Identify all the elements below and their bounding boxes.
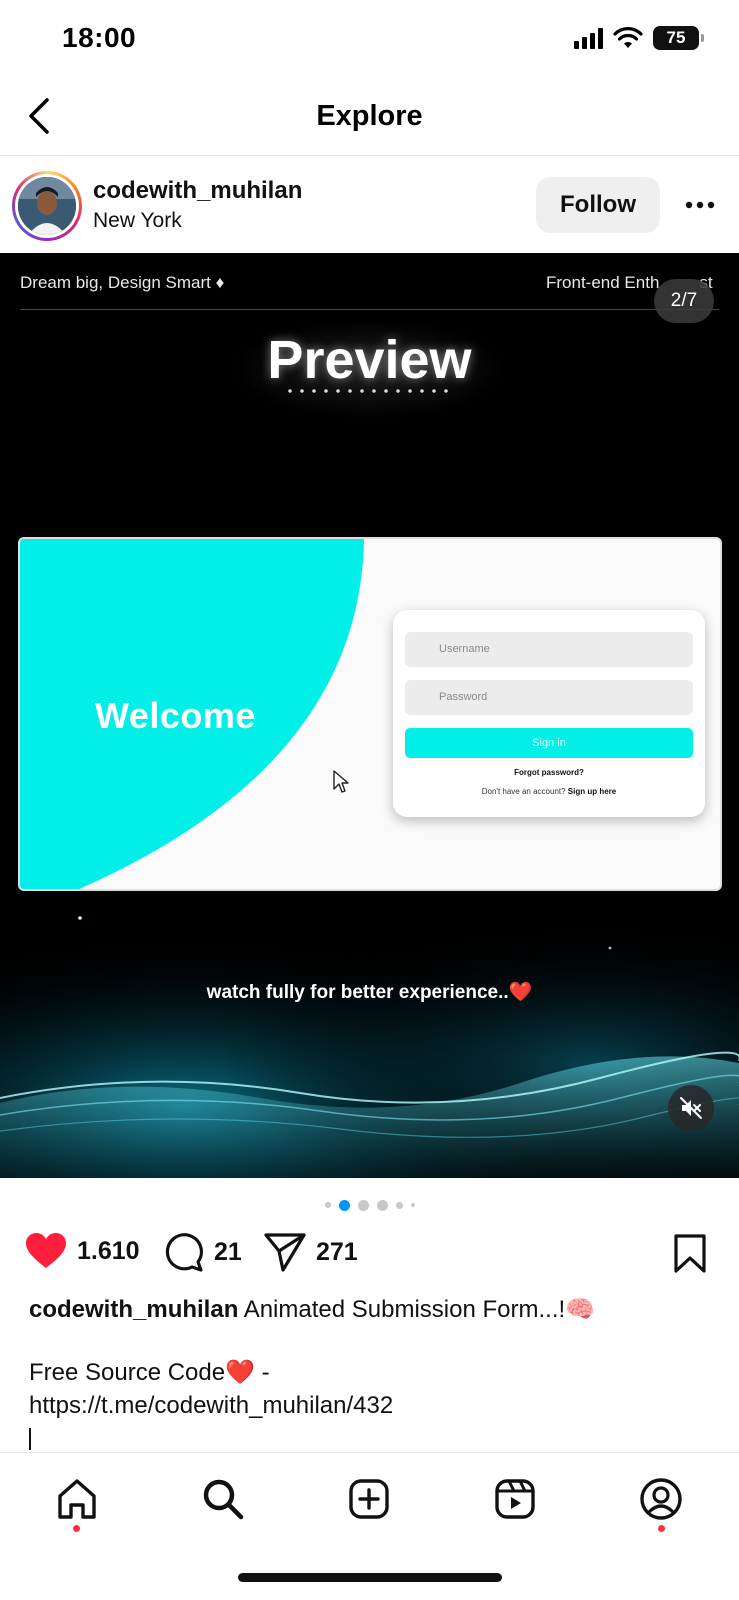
bookmark-icon bbox=[674, 1234, 706, 1273]
status-icons: 75 bbox=[574, 26, 704, 50]
more-options-button[interactable] bbox=[678, 183, 722, 227]
heart-filled-icon bbox=[26, 1233, 66, 1268]
mockup-login-card: Username Password Sign in Forgot passwor… bbox=[393, 610, 705, 817]
like-count: 1.610 bbox=[77, 1236, 140, 1265]
caption-text: Animated Submission Form...!🧠 bbox=[243, 1296, 596, 1323]
comment-action[interactable]: 21 bbox=[164, 1232, 242, 1272]
text-caret bbox=[29, 1428, 31, 1450]
tab-search[interactable] bbox=[199, 1475, 247, 1523]
avatar[interactable] bbox=[12, 171, 82, 241]
send-icon bbox=[264, 1233, 306, 1272]
mouse-cursor-icon bbox=[333, 770, 349, 793]
like-action[interactable]: 1.610 bbox=[25, 1232, 140, 1270]
battery-level: 75 bbox=[666, 28, 686, 47]
status-bar: 18:00 75 bbox=[0, 0, 739, 80]
tab-home[interactable] bbox=[53, 1475, 101, 1523]
carousel-dot bbox=[395, 1201, 403, 1209]
mockup-forgot-link: Forgot password? bbox=[514, 768, 584, 777]
login-mockup: Welcome Username Password Sign in Forgot… bbox=[18, 537, 722, 891]
more-horizontal-icon bbox=[685, 201, 715, 209]
battery-icon: 75 bbox=[653, 26, 704, 50]
create-icon bbox=[349, 1479, 389, 1519]
mockup-welcome: Welcome bbox=[95, 695, 256, 736]
mockup-username-field: Username bbox=[405, 632, 693, 667]
share-action[interactable]: 271 bbox=[264, 1232, 358, 1272]
carousel-dot bbox=[324, 1202, 331, 1208]
home-indicator bbox=[238, 1573, 502, 1582]
caption-link[interactable]: https://t.me/codewith_muhilan/432 bbox=[29, 1389, 719, 1422]
mockup-signin-button: Sign in bbox=[405, 728, 693, 758]
reels-icon bbox=[495, 1479, 535, 1519]
bottom-tab-bar bbox=[0, 1452, 739, 1600]
mute-button[interactable] bbox=[668, 1085, 714, 1131]
carousel-indicator bbox=[0, 1198, 739, 1212]
post-username[interactable]: codewith_muhilan bbox=[93, 177, 302, 205]
post-header: codewith_muhilan New York Follow bbox=[0, 157, 739, 253]
nav-header: Explore bbox=[0, 80, 739, 156]
caption-first-line: codewith_muhilan Animated Submission For… bbox=[29, 1293, 719, 1326]
search-icon bbox=[203, 1479, 244, 1520]
post-media[interactable]: Dream big, Design Smart ♦ Front-end Enth… bbox=[0, 253, 739, 1178]
tab-reels[interactable] bbox=[491, 1475, 539, 1523]
particle-wave-background bbox=[0, 893, 739, 1178]
mockup-password-field: Password bbox=[405, 680, 693, 715]
carousel-dot-active bbox=[338, 1199, 350, 1211]
tab-profile[interactable] bbox=[637, 1475, 685, 1523]
carousel-dot bbox=[357, 1199, 369, 1211]
page-title: Explore bbox=[316, 100, 423, 132]
watch-hint-text: watch fully for better experience..❤️ bbox=[206, 982, 533, 1003]
status-time: 18:00 bbox=[62, 22, 137, 53]
share-count: 271 bbox=[316, 1237, 358, 1266]
tab-create[interactable] bbox=[345, 1475, 393, 1523]
mockup-signup-text: Don't have an account? Sign up here bbox=[481, 787, 617, 796]
media-tagline: Dream big, Design Smart ♦ bbox=[20, 273, 225, 292]
carousel-dot bbox=[376, 1199, 388, 1211]
post-actions: 1.610 21 271 bbox=[0, 1228, 739, 1278]
cellular-signal-icon bbox=[574, 27, 603, 49]
post-location[interactable]: New York bbox=[93, 209, 182, 233]
speaker-muted-icon bbox=[680, 1097, 702, 1119]
carousel-dot bbox=[410, 1203, 415, 1207]
home-icon bbox=[58, 1479, 96, 1519]
comment-count: 21 bbox=[214, 1237, 242, 1266]
preview-title: Preview bbox=[267, 330, 472, 390]
caption-source-line: Free Source Code❤️ - bbox=[29, 1359, 270, 1386]
save-button[interactable] bbox=[672, 1234, 708, 1279]
comment-icon bbox=[165, 1233, 203, 1272]
avatar-photo bbox=[18, 177, 76, 235]
profile-notification-dot bbox=[658, 1525, 665, 1532]
post-caption: codewith_muhilan Animated Submission For… bbox=[29, 1293, 719, 1450]
media-divider bbox=[20, 309, 719, 310]
follow-button[interactable]: Follow bbox=[536, 177, 660, 233]
slide-counter: 2/7 bbox=[654, 279, 714, 323]
home-notification-dot bbox=[73, 1525, 80, 1532]
profile-icon bbox=[640, 1478, 682, 1520]
preview-underline-dots bbox=[284, 389, 454, 393]
wifi-icon bbox=[613, 27, 643, 48]
caption-username[interactable]: codewith_muhilan bbox=[29, 1296, 238, 1323]
